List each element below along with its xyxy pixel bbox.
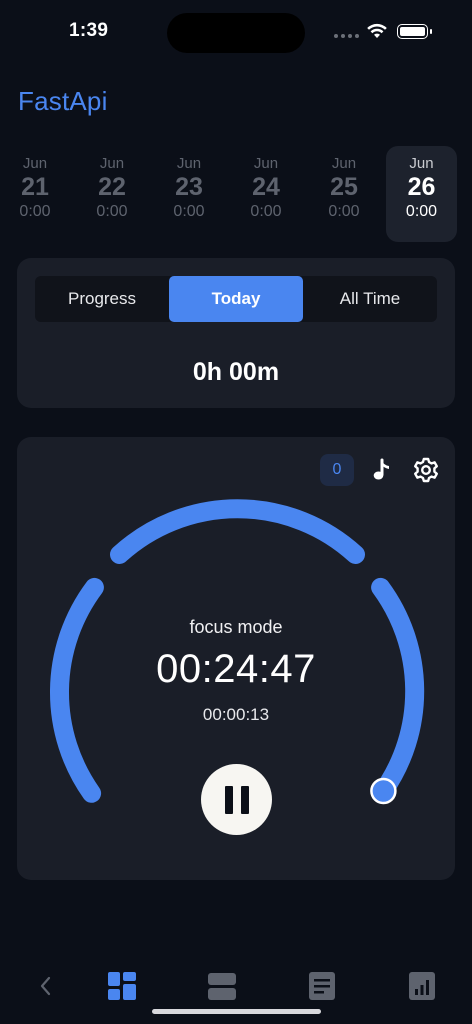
date-duration: 0:00 bbox=[405, 203, 438, 220]
date-item-23[interactable]: Jun 23 0:00 bbox=[154, 146, 224, 242]
rows-icon bbox=[208, 973, 236, 1000]
date-item-26-selected[interactable]: Jun 26 0:00 bbox=[386, 146, 457, 242]
date-month: Jun bbox=[176, 155, 202, 172]
date-selector: Jun 21 0:00 Jun 22 0:00 Jun 23 0:00 Jun … bbox=[0, 146, 472, 242]
date-day: 23 bbox=[175, 173, 203, 201]
date-item-25[interactable]: Jun 25 0:00 bbox=[309, 146, 379, 242]
nav-notes[interactable] bbox=[305, 969, 339, 1003]
date-duration: 0:00 bbox=[173, 203, 205, 220]
status-time: 1:39 bbox=[69, 20, 109, 41]
date-item-22[interactable]: Jun 22 0:00 bbox=[77, 146, 147, 242]
timer-elapsed: 00:00:13 bbox=[202, 705, 270, 724]
date-month: Jun bbox=[409, 155, 434, 172]
date-duration: 0:00 bbox=[19, 203, 51, 220]
date-day: 22 bbox=[98, 173, 126, 201]
grid-icon bbox=[108, 972, 136, 1000]
dial-progress-knob[interactable] bbox=[370, 777, 397, 805]
home-indicator[interactable] bbox=[152, 1009, 321, 1014]
timer-card: 0 focus mode 00:24:47 00:00:13 bbox=[17, 437, 455, 880]
battery-icon bbox=[397, 24, 432, 39]
timer-remaining: 00:24:47 bbox=[156, 647, 316, 691]
date-duration: 0:00 bbox=[96, 203, 128, 220]
document-icon bbox=[309, 972, 335, 1000]
pause-icon bbox=[224, 785, 233, 814]
date-month: Jun bbox=[253, 155, 279, 172]
nav-back[interactable] bbox=[29, 969, 63, 1003]
status-bar: 1:39 bbox=[0, 0, 472, 64]
tab-today[interactable]: Today bbox=[169, 276, 303, 322]
date-duration: 0:00 bbox=[250, 203, 282, 220]
date-month: Jun bbox=[22, 155, 48, 172]
date-day: 26 bbox=[407, 173, 436, 201]
nav-sessions[interactable] bbox=[205, 969, 239, 1003]
total-focus-time: 0h 00m bbox=[192, 358, 280, 386]
bar-chart-icon bbox=[409, 972, 435, 1000]
date-duration: 0:00 bbox=[328, 203, 360, 220]
cellular-signal-icon bbox=[334, 34, 359, 38]
date-month: Jun bbox=[99, 155, 125, 172]
date-day: 25 bbox=[330, 173, 358, 201]
tab-all-time[interactable]: All Time bbox=[303, 276, 437, 322]
date-month: Jun bbox=[331, 155, 357, 172]
nav-stats[interactable] bbox=[405, 969, 439, 1003]
date-item-21[interactable]: Jun 21 0:00 bbox=[0, 146, 70, 242]
stats-card: Progress Today All Time 0h 00m bbox=[17, 258, 455, 408]
dynamic-island bbox=[167, 13, 305, 53]
dial-arc-top bbox=[110, 499, 365, 564]
nav-dashboard[interactable] bbox=[105, 969, 139, 1003]
date-day: 21 bbox=[21, 173, 49, 201]
chevron-left-icon bbox=[40, 976, 51, 996]
wifi-icon bbox=[367, 23, 387, 38]
timer-mode-label: focus mode bbox=[189, 617, 283, 637]
date-item-24[interactable]: Jun 24 0:00 bbox=[231, 146, 301, 242]
pause-button[interactable] bbox=[201, 764, 272, 835]
bottom-nav bbox=[0, 955, 472, 1015]
date-day: 24 bbox=[252, 173, 280, 201]
stats-segmented-control: Progress Today All Time bbox=[35, 276, 437, 322]
app-title: FastApi bbox=[18, 86, 108, 116]
tab-progress[interactable]: Progress bbox=[35, 276, 169, 322]
